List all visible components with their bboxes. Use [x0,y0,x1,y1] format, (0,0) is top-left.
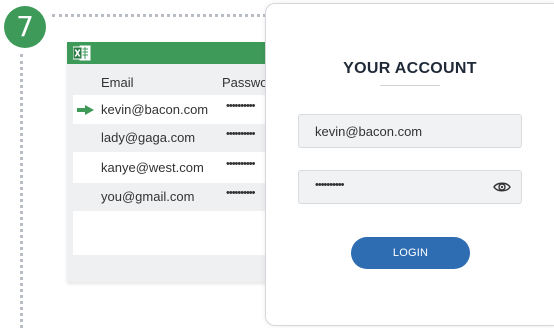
login-button[interactable]: LOGIN [351,237,470,269]
cell-password: •••••••••• [226,158,255,170]
column-header-password: Passwo [222,75,268,90]
cell-password: •••••••••• [226,187,255,199]
cell-email: you@gmail.com [101,189,195,204]
cell-password: •••••••••• [226,128,255,140]
email-field-value: kevin@bacon.com [315,124,423,139]
screen: 7 Email Passwo kevin@bacon.com •••••••••… [0,0,554,328]
spreadsheet-titlebar [67,42,287,64]
table-row[interactable]: kanye@west.com •••••••••• [73,154,287,182]
excel-icon [73,45,91,61]
spreadsheet-empty-row [73,255,287,279]
password-field-value: •••••••••• [315,179,344,191]
eye-icon[interactable] [493,180,511,194]
step-badge: 7 [4,6,46,48]
connector-line-top [52,14,272,17]
spreadsheet-grid: Email Passwo kevin@bacon.com •••••••••• … [73,69,287,279]
table-row[interactable]: kevin@bacon.com •••••••••• [73,96,287,124]
login-title: YOUR ACCOUNT [343,60,477,77]
cell-email: kanye@west.com [101,160,204,175]
table-row[interactable]: lady@gaga.com •••••••••• [73,124,287,152]
arrow-right-icon [77,105,94,115]
spreadsheet-header-row: Email Passwo [73,69,287,95]
table-row[interactable]: you@gmail.com •••••••••• [73,183,287,211]
title-divider [380,85,440,86]
login-card: YOUR ACCOUNT kevin@bacon.com •••••••••• … [265,3,554,326]
cell-email: kevin@bacon.com [101,102,209,117]
cell-password: •••••••••• [226,100,255,112]
email-field[interactable]: kevin@bacon.com [298,114,522,148]
column-header-email: Email [101,75,134,90]
password-field[interactable]: •••••••••• [298,170,522,204]
cell-email: lady@gaga.com [101,130,196,145]
spreadsheet-window: Email Passwo kevin@bacon.com •••••••••• … [67,42,287,282]
connector-line-left [20,54,23,328]
